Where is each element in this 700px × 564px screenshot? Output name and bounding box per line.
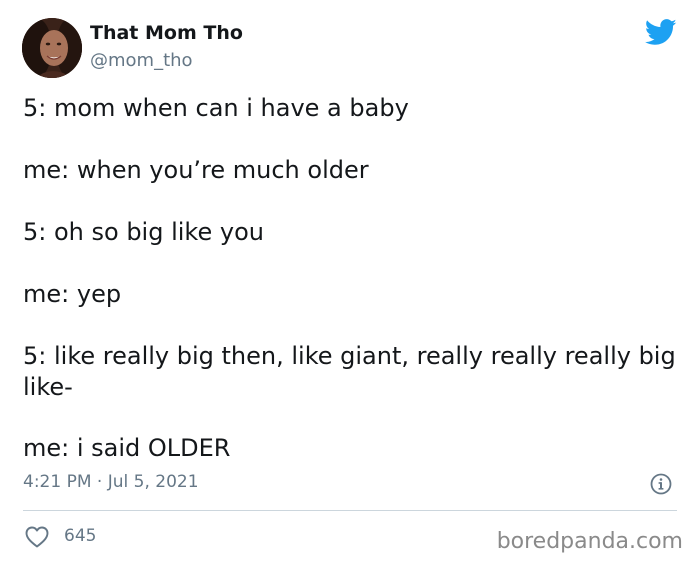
tweet-line: me: i said OLDER xyxy=(23,434,231,462)
tweet-line: 5: mom when can i have a baby xyxy=(23,94,409,122)
heart-icon[interactable] xyxy=(25,526,49,548)
tweet-line: 5: like really big then, like giant, rea… xyxy=(23,342,676,401)
tweet-line: 5: oh so big like you xyxy=(23,218,264,246)
info-icon[interactable] xyxy=(650,473,672,495)
author-handle[interactable]: @mom_tho xyxy=(90,50,193,71)
author-display-name[interactable]: That Mom Tho xyxy=(90,22,243,44)
avatar[interactable] xyxy=(22,18,82,78)
twitter-bird-icon[interactable] xyxy=(645,19,677,46)
tweet-line: me: when you’re much older xyxy=(23,156,369,184)
tweet-card: That Mom Tho @mom_tho 5: mom when can i … xyxy=(0,0,700,564)
like-count[interactable]: 645 xyxy=(64,526,96,546)
divider xyxy=(23,510,677,511)
tweet-timestamp[interactable]: 4:21 PM · Jul 5, 2021 xyxy=(23,472,199,492)
tweet-line: me: yep xyxy=(23,280,122,308)
avatar-photo-icon xyxy=(22,18,82,78)
watermark-text: boredpanda.com xyxy=(496,529,683,554)
